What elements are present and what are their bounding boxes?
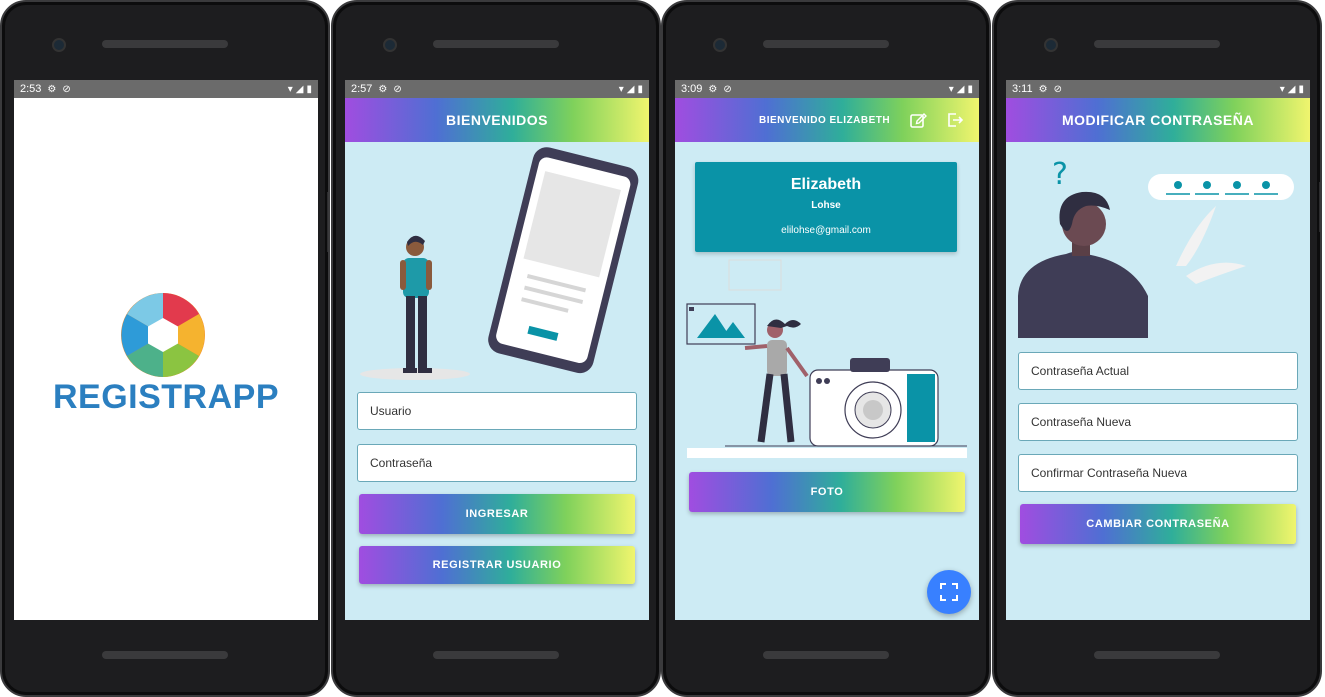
profile-screen: 3:09 ⚙ ⊘ ▾ ◢ ▮ BIENVENIDO ELIZABETH Elizab… bbox=[675, 80, 979, 620]
status-time: 3:09 bbox=[681, 83, 703, 95]
brand-name: REGISTRAPP bbox=[52, 378, 280, 416]
page-title: BIENVENIDOS bbox=[446, 112, 548, 128]
current-password-placeholder: Contraseña Actual bbox=[1031, 364, 1130, 378]
status-time: 3:11 bbox=[1012, 83, 1033, 95]
battery-icon: ▮ bbox=[637, 83, 643, 95]
wifi-icon: ▾ bbox=[287, 83, 293, 95]
login-screen: 2:57 ⚙ ⊘ ▾ ◢ ▮ BIENVENIDOS Usuario Contr… bbox=[345, 80, 649, 620]
phone-person-illustration-icon bbox=[360, 147, 639, 380]
confirm-password-placeholder: Confirmar Contraseña Nueva bbox=[1031, 466, 1188, 480]
top-speaker bbox=[433, 40, 559, 48]
status-bar: 2:53 ⚙ ⊘ ▾ ◢ ▮ bbox=[14, 80, 318, 98]
top-speaker bbox=[763, 40, 889, 48]
password-input[interactable]: Contraseña bbox=[357, 444, 637, 482]
battery-icon: ▮ bbox=[967, 83, 973, 95]
registrapp-logo-icon bbox=[121, 293, 205, 377]
side-button bbox=[1319, 182, 1320, 232]
side-button bbox=[327, 192, 328, 252]
app-bar: BIENVENIDOS bbox=[345, 98, 649, 142]
camera-woman-illustration-icon bbox=[686, 259, 967, 458]
login-button[interactable]: INGRESAR bbox=[359, 494, 635, 534]
status-bar: 3:09 ⚙ ⊘ ▾ ◢ ▮ bbox=[675, 80, 979, 98]
register-button-label: REGISTRAR USUARIO bbox=[432, 559, 562, 571]
bottom-speaker bbox=[102, 651, 228, 659]
status-time: 2:57 bbox=[351, 83, 373, 95]
wifi-icon: ▾ bbox=[618, 83, 624, 95]
bottom-speaker bbox=[433, 651, 559, 659]
front-camera bbox=[713, 38, 727, 52]
register-button[interactable]: REGISTRAR USUARIO bbox=[359, 546, 635, 584]
profile-card: Elizabeth Lohse elilohse@gmail.com bbox=[695, 162, 957, 252]
password-person-illustration-icon: ? bbox=[1018, 157, 1294, 338]
profile-last-name: Lohse bbox=[811, 200, 841, 211]
signal-icon: ◢ bbox=[626, 83, 635, 95]
phone-change-password: 3:11 ⚙ ⊘ ▾ ◢ ▮ MODIFICAR CONTRASEÑA ? Co… bbox=[992, 0, 1322, 697]
sync-status-icon: ⊘ bbox=[723, 83, 732, 95]
page-title: MODIFICAR CONTRASEÑA bbox=[1062, 112, 1254, 128]
status-bar: 3:11 ⚙ ⊘ ▾ ◢ ▮ bbox=[1006, 80, 1310, 98]
top-speaker bbox=[102, 40, 228, 48]
scan-icon bbox=[940, 583, 958, 601]
signal-icon: ◢ bbox=[956, 83, 965, 95]
new-password-input[interactable]: Contraseña Nueva bbox=[1018, 403, 1298, 441]
front-camera bbox=[1044, 38, 1058, 52]
change-password-button-label: CAMBIAR CONTRASEÑA bbox=[1086, 518, 1230, 530]
login-button-label: INGRESAR bbox=[465, 508, 529, 520]
svg-text:?: ? bbox=[1052, 157, 1068, 192]
change-password-screen: 3:11 ⚙ ⊘ ▾ ◢ ▮ MODIFICAR CONTRASEÑA ? Co… bbox=[1006, 80, 1310, 620]
settings-status-icon: ⚙ bbox=[708, 83, 718, 95]
edit-icon[interactable] bbox=[909, 111, 927, 129]
confirm-password-input[interactable]: Confirmar Contraseña Nueva bbox=[1018, 454, 1298, 492]
photo-button[interactable]: FOTO bbox=[689, 472, 965, 512]
status-bar: 2:57 ⚙ ⊘ ▾ ◢ ▮ bbox=[345, 80, 649, 98]
photo-button-label: FOTO bbox=[810, 486, 844, 498]
phone-login: 2:57 ⚙ ⊘ ▾ ◢ ▮ BIENVENIDOS Usuario Contr… bbox=[331, 0, 661, 697]
sync-status-icon: ⊘ bbox=[62, 83, 71, 95]
app-bar: MODIFICAR CONTRASEÑA bbox=[1006, 98, 1310, 142]
app-bar: BIENVENIDO ELIZABETH bbox=[675, 98, 979, 142]
settings-status-icon: ⚙ bbox=[1038, 83, 1048, 95]
status-time: 2:53 bbox=[20, 83, 42, 95]
sync-status-icon: ⊘ bbox=[393, 83, 402, 95]
settings-status-icon: ⚙ bbox=[378, 83, 388, 95]
phone-splash: 2:53 ⚙ ⊘ ▾ ◢ ▮ REGISTRAPP bbox=[0, 0, 330, 697]
phone-profile: 3:09 ⚙ ⊘ ▾ ◢ ▮ BIENVENIDO ELIZABETH Elizab… bbox=[661, 0, 991, 697]
scan-fab[interactable] bbox=[927, 570, 971, 614]
username-placeholder: Usuario bbox=[370, 404, 412, 418]
username-input[interactable]: Usuario bbox=[357, 392, 637, 430]
profile-first-name: Elizabeth bbox=[790, 176, 862, 193]
profile-email: elilohse@gmail.com bbox=[781, 225, 871, 236]
page-title: BIENVENIDO ELIZABETH bbox=[759, 114, 891, 126]
signal-icon: ◢ bbox=[1287, 83, 1296, 95]
front-camera bbox=[383, 38, 397, 52]
settings-status-icon: ⚙ bbox=[47, 83, 57, 95]
battery-icon: ▮ bbox=[306, 83, 312, 95]
battery-icon: ▮ bbox=[1298, 83, 1304, 95]
wifi-icon: ▾ bbox=[948, 83, 954, 95]
bottom-speaker bbox=[763, 651, 889, 659]
new-password-placeholder: Contraseña Nueva bbox=[1031, 415, 1132, 429]
bottom-speaker bbox=[1094, 651, 1220, 659]
front-camera bbox=[52, 38, 66, 52]
current-password-input[interactable]: Contraseña Actual bbox=[1018, 352, 1298, 390]
top-speaker bbox=[1094, 40, 1220, 48]
sync-status-icon: ⊘ bbox=[1053, 83, 1062, 95]
password-placeholder: Contraseña bbox=[370, 456, 433, 470]
change-password-button[interactable]: CAMBIAR CONTRASEÑA bbox=[1020, 504, 1296, 544]
wifi-icon: ▾ bbox=[1279, 83, 1285, 95]
signal-icon: ◢ bbox=[295, 83, 304, 95]
logout-icon[interactable] bbox=[946, 111, 964, 129]
splash-screen: 2:53 ⚙ ⊘ ▾ ◢ ▮ REGISTRAPP bbox=[14, 80, 318, 620]
